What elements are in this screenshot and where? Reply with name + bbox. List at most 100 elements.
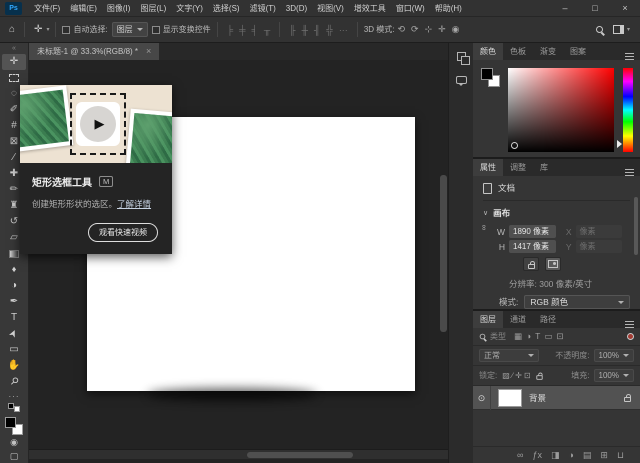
layer-locked-icon[interactable] bbox=[624, 397, 631, 402]
close-button[interactable]: × bbox=[610, 0, 640, 17]
toolbar-collapse-icon[interactable]: « bbox=[12, 46, 16, 54]
height-field[interactable]: 1417 像素 bbox=[509, 240, 555, 253]
default-colors-icon[interactable] bbox=[8, 403, 20, 412]
menu-item[interactable]: 图像(I) bbox=[102, 0, 136, 17]
document-tab[interactable]: 未标题-1 @ 33.3%(RGB/8) * × bbox=[29, 43, 159, 60]
align-icon[interactable]: ╡ bbox=[248, 25, 260, 35]
filter-type-label[interactable]: 类型 bbox=[490, 331, 506, 342]
lock-option-icon[interactable]: ✛ bbox=[514, 371, 523, 380]
y-field[interactable]: 像素 bbox=[576, 240, 622, 253]
lock-option-icon[interactable]: ▨ bbox=[501, 371, 511, 380]
align-icon[interactable]: ╞ bbox=[224, 25, 236, 35]
menu-item[interactable]: 选择(S) bbox=[208, 0, 245, 17]
3d-mode-icon[interactable]: ⟳ bbox=[408, 24, 422, 35]
saturation-brightness-field[interactable] bbox=[508, 68, 614, 152]
hue-slider-marker[interactable] bbox=[617, 140, 622, 148]
filter-toggle[interactable] bbox=[627, 333, 634, 340]
menu-item[interactable]: 文件(F) bbox=[29, 0, 65, 17]
hand-tool[interactable]: ✋ bbox=[2, 358, 26, 374]
type-tool[interactable]: T bbox=[2, 310, 26, 326]
layer-filter-icon[interactable]: ▭ bbox=[542, 331, 554, 342]
quick-mask-button[interactable]: ◉ bbox=[2, 435, 26, 449]
auto-select-checkbox[interactable] bbox=[62, 26, 70, 34]
learn-more-link[interactable]: 了解详情 bbox=[117, 199, 151, 209]
color-cursor[interactable] bbox=[511, 142, 518, 149]
tab-libraries[interactable]: 库 bbox=[533, 159, 555, 176]
vertical-scrollbar[interactable] bbox=[440, 175, 447, 332]
3d-mode-icon[interactable]: ⟲ bbox=[394, 24, 408, 35]
layers-action-icon[interactable]: ▤ bbox=[583, 450, 592, 461]
menu-item[interactable]: 图层(L) bbox=[135, 0, 171, 17]
home-icon[interactable]: ⌂ bbox=[6, 24, 18, 35]
layers-action-icon[interactable]: ⊞ bbox=[600, 450, 608, 461]
align-icon[interactable]: ╥ bbox=[261, 25, 273, 35]
tab-paths[interactable]: 路径 bbox=[533, 311, 563, 328]
tab-gradients[interactable]: 渐变 bbox=[533, 43, 563, 60]
maximize-button[interactable]: □ bbox=[580, 0, 610, 17]
comments-panel-icon[interactable] bbox=[456, 76, 467, 84]
menu-item[interactable]: 滤镜(T) bbox=[245, 0, 281, 17]
menu-item[interactable]: 编辑(E) bbox=[65, 0, 102, 17]
blur-tool[interactable]: ♦ bbox=[2, 262, 26, 278]
menu-item[interactable]: 3D(D) bbox=[281, 0, 312, 17]
foreground-color-swatch[interactable] bbox=[5, 417, 16, 428]
lock-all-icon[interactable] bbox=[536, 375, 542, 380]
search-icon[interactable] bbox=[596, 26, 603, 33]
distribute-icon[interactable]: ╬ bbox=[323, 25, 335, 35]
tab-channels[interactable]: 通道 bbox=[503, 311, 533, 328]
3d-mode-icon[interactable]: ⊹ bbox=[422, 24, 436, 35]
menu-item[interactable]: 帮助(H) bbox=[430, 0, 467, 17]
distribute-icon[interactable]: ╟ bbox=[286, 25, 298, 35]
tab-swatches[interactable]: 色板 bbox=[503, 43, 533, 60]
history-panel-icon[interactable] bbox=[457, 52, 466, 61]
visibility-eye-icon[interactable]: ⊙ bbox=[473, 386, 491, 410]
layers-action-icon[interactable]: ⊔ bbox=[617, 450, 624, 461]
pen-tool[interactable]: ✒ bbox=[2, 294, 26, 310]
menu-item[interactable]: 文字(Y) bbox=[171, 0, 208, 17]
lock-ratio-button[interactable] bbox=[523, 257, 539, 271]
tab-patterns[interactable]: 图案 bbox=[563, 43, 593, 60]
canvas-section-header[interactable]: ∨ 画布 bbox=[483, 201, 630, 223]
properties-scrollbar[interactable] bbox=[634, 197, 638, 255]
layer-filter-icon[interactable]: T bbox=[533, 331, 542, 342]
layer-thumbnail[interactable] bbox=[498, 389, 522, 407]
workspace-switcher[interactable]: ▾ bbox=[613, 25, 630, 34]
edit-toolbar-icon[interactable]: ··· bbox=[9, 392, 20, 401]
rectangle-tool[interactable]: ▭ bbox=[2, 342, 26, 358]
fill-field[interactable]: 100% bbox=[594, 369, 634, 382]
3d-mode-icon[interactable]: ✛ bbox=[435, 24, 449, 35]
layers-action-icon[interactable]: ◑ bbox=[568, 450, 573, 460]
move-tool[interactable]: ✛ bbox=[2, 54, 26, 70]
layer-row-background[interactable]: ⊙ 背景 bbox=[473, 386, 640, 410]
x-field[interactable]: 像素 bbox=[576, 225, 622, 238]
layers-action-icon[interactable]: ∞ bbox=[517, 450, 523, 460]
blend-mode-dropdown[interactable]: 正常 bbox=[479, 349, 539, 362]
screen-mode-button[interactable]: ▢ bbox=[2, 449, 26, 463]
tab-adjustments[interactable]: 调整 bbox=[503, 159, 533, 176]
3d-mode-icon[interactable]: ◉ bbox=[449, 24, 463, 35]
tab-layers[interactable]: 图层 bbox=[473, 311, 503, 328]
color-mode-dropdown[interactable]: RGB 颜色 bbox=[524, 295, 630, 309]
path-selection-tool[interactable]: ➤ bbox=[2, 326, 26, 342]
menu-item[interactable]: 视图(V) bbox=[312, 0, 349, 17]
dodge-tool[interactable]: ◑ bbox=[2, 278, 26, 294]
foreground-color-swatch[interactable] bbox=[481, 68, 493, 80]
hue-slider[interactable] bbox=[623, 68, 633, 152]
zoom-tool[interactable]: ⚲ bbox=[2, 374, 26, 390]
tab-color[interactable]: 颜色 bbox=[473, 43, 503, 60]
horizontal-scrollbar-thumb[interactable] bbox=[247, 452, 353, 458]
play-icon[interactable]: ▶ bbox=[80, 106, 116, 142]
layer-filter-icon[interactable]: ⊡ bbox=[554, 331, 565, 342]
crop-image-button[interactable] bbox=[545, 257, 561, 271]
close-document-icon[interactable]: × bbox=[146, 43, 151, 60]
layers-action-icon[interactable]: ◨ bbox=[551, 450, 560, 461]
minimize-button[interactable]: – bbox=[550, 0, 580, 17]
menu-item[interactable]: 增效工具 bbox=[349, 0, 391, 17]
panel-menu-icon[interactable] bbox=[625, 53, 634, 60]
panel-menu-icon[interactable] bbox=[625, 169, 634, 176]
link-dimensions-icon[interactable]: ∞ bbox=[479, 225, 488, 231]
show-transform-checkbox[interactable] bbox=[152, 26, 160, 34]
auto-select-dropdown[interactable]: 图层 bbox=[112, 22, 148, 37]
current-tool-icon[interactable]: ✛ bbox=[31, 24, 45, 35]
distribute-icon[interactable]: ╫ bbox=[299, 25, 311, 35]
